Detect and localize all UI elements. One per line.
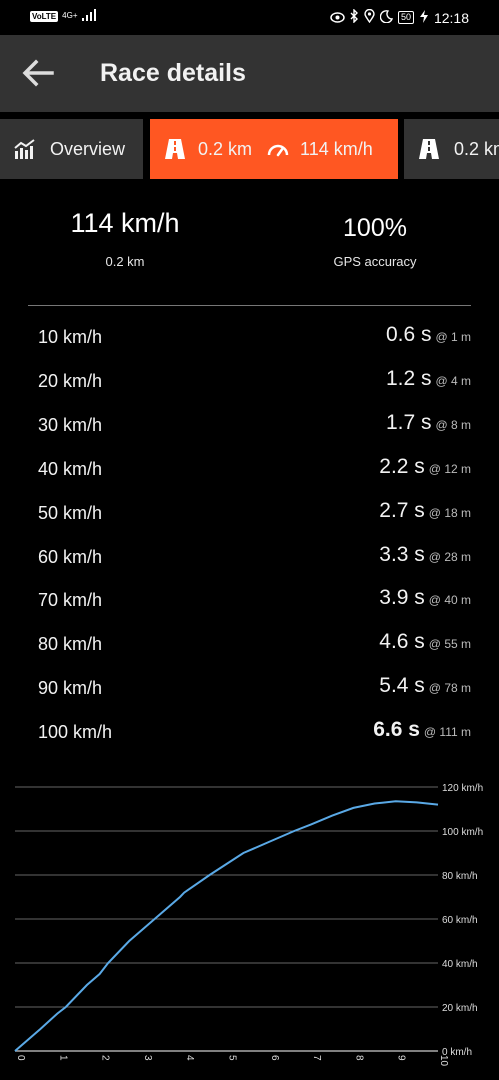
split-row: 20 km/h 1.2 s @ 4 m — [28, 365, 473, 405]
split-time: 6.6 s — [373, 718, 420, 742]
network-type: 4G+ — [62, 11, 78, 20]
split-speed: 80 km/h — [38, 634, 103, 655]
summary-distance: 0.2 km — [105, 254, 145, 269]
chart-grid — [15, 786, 438, 1052]
back-button[interactable] — [20, 55, 56, 91]
x-tick-label: 1 — [57, 1055, 68, 1061]
split-row: 90 km/h 5.4 s @ 78 m — [28, 672, 473, 712]
bluetooth-icon — [350, 8, 359, 26]
x-tick-label: 0 — [15, 1055, 26, 1061]
split-row: 80 km/h 4.6 s @ 55 m — [28, 628, 473, 668]
split-speed: 100 km/h — [38, 722, 113, 743]
split-distance: @ 111 m — [423, 725, 471, 740]
chart-x-axis: 0 1 2 3 4 5 6 7 8 9 10 — [15, 1055, 449, 1067]
split-distance: @ 18 m — [428, 505, 471, 520]
split-time: 2.7 s — [379, 498, 425, 522]
split-row: 30 km/h 1.7 s @ 8 m — [28, 409, 473, 449]
status-bar: VoLTE 4G+ 50 12:18 — [0, 0, 499, 35]
x-tick-label: 4 — [184, 1055, 195, 1061]
split-time: 5.4 s — [379, 674, 425, 698]
app-bar: Race details — [0, 35, 499, 112]
y-tick-label: 0 km/h — [442, 1047, 472, 1058]
road-icon — [165, 139, 185, 159]
split-time: 4.6 s — [379, 630, 425, 654]
divider — [28, 305, 471, 306]
split-distance: @ 40 m — [428, 593, 471, 608]
x-tick-label: 6 — [269, 1055, 280, 1061]
split-speed: 90 km/h — [38, 678, 103, 699]
split-speed: 30 km/h — [38, 414, 103, 435]
chart-y-axis: 0 km/h 20 km/h 40 km/h 60 km/h 80 km/h 100 km… — [442, 783, 483, 1058]
y-tick-label: 120 km/h — [442, 783, 483, 794]
charging-icon — [419, 9, 429, 26]
split-distance: @ 12 m — [428, 461, 471, 476]
split-distance: @ 4 m — [435, 373, 471, 388]
split-time: 1.7 s — [385, 410, 432, 434]
page-title: Race details — [100, 59, 246, 87]
y-tick-label: 60 km/h — [442, 915, 478, 926]
x-tick-label: 7 — [311, 1055, 322, 1061]
split-speed: 60 km/h — [38, 546, 103, 567]
split-distance: @ 8 m — [435, 417, 471, 432]
speed-chart: 0 1 2 3 4 5 6 7 8 9 10 0 km/h20 km/h40 km/h60 km/h… — [14, 783, 483, 1067]
y-tick-label: 40 km/h — [442, 959, 478, 970]
split-distance: @ 78 m — [428, 681, 471, 696]
split-time: 2.2 s — [379, 454, 425, 478]
moon-icon — [379, 9, 393, 26]
arrow-back-icon — [22, 59, 54, 87]
split-distance: @ 1 m — [435, 330, 471, 344]
signal-icon — [81, 8, 96, 24]
volte-indicator: VoLTE — [30, 10, 59, 22]
split-time: 3.9 s — [379, 586, 425, 610]
split-row: 10 km/h 0.6 s @ 1 m — [28, 321, 473, 361]
summary-gps-accuracy-label: GPS accuracy — [333, 254, 417, 269]
tab-overview[interactable]: Overview — [0, 119, 143, 179]
road-icon — [419, 139, 439, 159]
tab-race-distance: 0.2 km — [198, 138, 253, 159]
tab-race-next-distance: 0.2 km — [454, 138, 499, 159]
tab-race-next[interactable]: 0.2 km — [404, 119, 499, 179]
split-row: 40 km/h 2.2 s @ 12 m — [28, 453, 473, 493]
split-row: 100 km/h 6.6 s @ 111 m — [28, 716, 473, 756]
split-row: 60 km/h 3.3 s @ 28 m — [28, 541, 473, 581]
y-tick-label: 20 km/h — [442, 1003, 478, 1014]
chart-icon — [14, 139, 35, 159]
split-time: 3.3 s — [379, 542, 425, 566]
split-speed: 70 km/h — [38, 590, 103, 611]
x-tick-label: 2 — [100, 1055, 111, 1061]
location-icon — [364, 8, 375, 26]
split-time: 0.6 s — [385, 323, 432, 346]
split-row: 50 km/h 2.7 s @ 18 m — [28, 497, 473, 537]
split-distance: @ 28 m — [428, 549, 471, 564]
eye-icon — [330, 10, 345, 26]
speedometer-icon — [267, 144, 289, 157]
tab-race-selected[interactable]: 0.2 km 114 km/h — [150, 119, 398, 179]
x-tick-label: 9 — [396, 1055, 407, 1061]
x-tick-label: 8 — [353, 1055, 364, 1061]
summary-gps-accuracy: 100% — [343, 214, 407, 242]
clock: 12:18 — [433, 9, 469, 26]
split-speed: 10 km/h — [38, 327, 103, 347]
speed-series-line — [14, 800, 439, 1052]
x-tick-label: 5 — [227, 1055, 238, 1061]
y-tick-label: 80 km/h — [442, 871, 478, 882]
y-tick-label: 100 km/h — [442, 827, 483, 838]
split-distance: @ 55 m — [428, 637, 471, 652]
split-time: 1.2 s — [385, 366, 432, 390]
tab-overview-label: Overview — [50, 138, 126, 159]
tab-race-speed: 114 km/h — [300, 138, 373, 159]
split-row: 70 km/h 3.9 s @ 40 m — [28, 584, 473, 624]
split-speed: 50 km/h — [38, 502, 103, 523]
summary-top-speed: 114 km/h — [70, 208, 180, 238]
split-speed: 20 km/h — [38, 370, 103, 391]
x-tick-label: 3 — [142, 1055, 153, 1061]
split-speed: 40 km/h — [38, 458, 103, 479]
battery-icon: 50 — [397, 11, 414, 24]
